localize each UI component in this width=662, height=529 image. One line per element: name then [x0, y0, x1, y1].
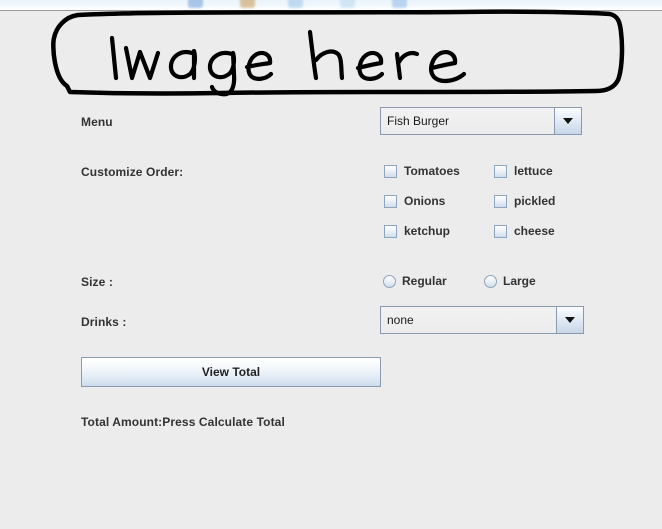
menu-select[interactable]: Fish Burger [380, 107, 582, 135]
image-placeholder-sketch [40, 8, 630, 100]
checkbox-icon[interactable] [384, 224, 397, 238]
size-label: Size : [81, 275, 113, 289]
menu-label: Menu [81, 115, 113, 129]
checkbox-label: Tomatoes [404, 164, 460, 178]
checkbox-lettuce[interactable]: lettuce [494, 164, 553, 178]
checkbox-icon[interactable] [494, 224, 507, 238]
radio-label: Regular [402, 274, 447, 288]
checkbox-icon[interactable] [384, 164, 397, 178]
checkbox-tomatoes[interactable]: Tomatoes [384, 164, 460, 178]
view-total-button[interactable]: View Total [81, 357, 381, 387]
checkbox-icon[interactable] [384, 194, 397, 208]
checkbox-label: lettuce [514, 164, 553, 178]
toolbar-ghost-icon [188, 0, 203, 8]
drinks-label: Drinks : [81, 315, 127, 329]
toolbar-ghost-icon [392, 0, 407, 8]
checkbox-icon[interactable] [494, 164, 507, 178]
toolbar-ghost-icon [240, 0, 255, 8]
checkbox-onions[interactable]: Onions [384, 194, 445, 208]
radio-icon[interactable] [383, 274, 396, 288]
checkbox-cheese[interactable]: cheese [494, 224, 555, 238]
checkbox-ketchup[interactable]: ketchup [384, 224, 450, 238]
radio-size-regular[interactable]: Regular [383, 274, 447, 288]
checkbox-label: ketchup [404, 224, 451, 238]
toolbar-ghost-icon [340, 0, 355, 8]
chevron-down-icon[interactable] [555, 108, 581, 134]
chevron-down-icon[interactable] [557, 307, 583, 333]
radio-label: Large [503, 274, 536, 288]
checkbox-label: cheese [514, 224, 555, 238]
radio-size-large[interactable]: Large [484, 274, 536, 288]
chevron-down-glyph [563, 118, 573, 124]
radio-icon[interactable] [484, 274, 497, 288]
menu-select-value: Fish Burger [381, 108, 555, 134]
image-placeholder-drawing [51, 9, 625, 97]
toolbar-ghost-icon [288, 0, 303, 8]
checkbox-label: pickled [514, 194, 556, 208]
checkbox-pickled[interactable]: pickled [494, 194, 555, 208]
checkbox-icon[interactable] [494, 194, 507, 208]
drinks-select[interactable]: none [380, 306, 584, 334]
order-form: Menu Fish Burger Customize Order: Tomato… [0, 100, 662, 529]
drinks-select-value: none [381, 307, 557, 333]
customize-order-label: Customize Order: [81, 165, 184, 179]
total-amount-text: Total Amount:Press Calculate Total [81, 415, 285, 429]
chevron-down-glyph [565, 317, 575, 323]
checkbox-label: Onions [404, 194, 446, 208]
